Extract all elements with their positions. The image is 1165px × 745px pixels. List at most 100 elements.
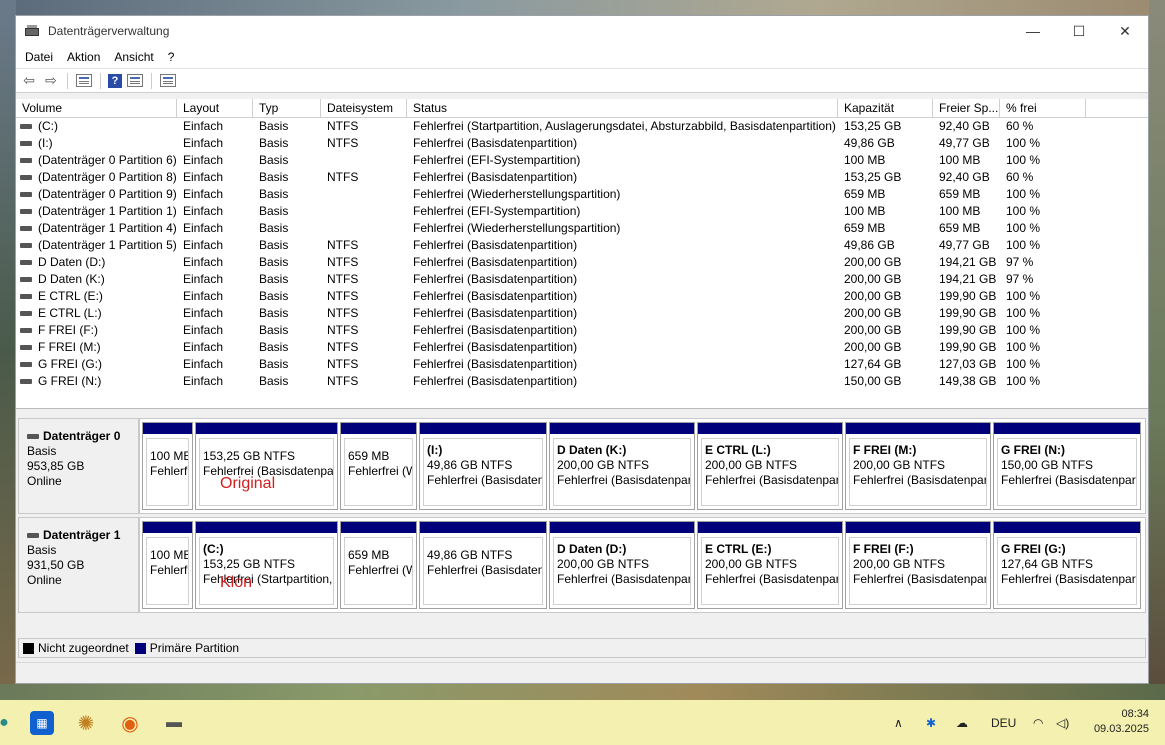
- partition-block[interactable]: E CTRL (L:) 200,00 GB NTFS Fehlerfrei (Bas…: [697, 422, 843, 510]
- table-row[interactable]: (C:) Einfach Basis NTFS Fehlerfrei (Startpar…: [16, 118, 1148, 135]
- table-row[interactable]: (Datenträger 0 Partition 6) Einfach Basis F…: [16, 152, 1148, 169]
- settings-icon[interactable]: ✺: [74, 711, 98, 735]
- cell-layout: Einfach: [183, 221, 224, 235]
- partition-details: F FREI (F:) 200,00 GB NTFS Fehlerfrei (Bas…: [849, 537, 987, 605]
- back-arrow-icon[interactable]: ⇦: [20, 72, 38, 89]
- col-header-volume[interactable]: Volume: [16, 99, 177, 117]
- partition-block[interactable]: F FREI (F:) 200,00 GB NTFS Fehlerfrei (Bas…: [845, 521, 991, 609]
- partition-block[interactable]: 49,86 GB NTFS Fehlerfrei (Basisdaten: [419, 521, 547, 609]
- partition-block[interactable]: 659 MB Fehlerfrei (W: [340, 521, 417, 609]
- firefox-icon[interactable]: ◉: [118, 711, 142, 735]
- maximize-button[interactable]: ☐: [1056, 16, 1102, 46]
- col-header-typ[interactable]: Typ: [253, 99, 321, 117]
- table-row[interactable]: (Datenträger 1 Partition 4) Einfach Basis F…: [16, 220, 1148, 237]
- partition-block[interactable]: D Daten (D:) 200,00 GB NTFS Fehlerfrei (Ba…: [549, 521, 695, 609]
- partition-block[interactable]: (C:) 153,25 GB NTFS Fehlerfrei (Startparti…: [195, 521, 338, 609]
- table-row[interactable]: D Daten (D:) Einfach Basis NTFS Fehlerfrei (…: [16, 254, 1148, 271]
- table-row[interactable]: G FREI (G:) Einfach Basis NTFS Fehlerfrei (B…: [16, 356, 1148, 373]
- forward-arrow-icon[interactable]: ⇨: [42, 72, 60, 89]
- partition-block[interactable]: G FREI (G:) 127,64 GB NTFS Fehlerfrei (Bas…: [993, 521, 1141, 609]
- partition-status: Fehlerfr: [150, 464, 189, 478]
- partition-color-bar: [341, 423, 416, 434]
- partition-block[interactable]: 100 MB Fehlerfr: [142, 422, 193, 510]
- disk-name: Datenträger 1: [27, 528, 138, 543]
- menu-bar: Datei Aktion Ansicht ?: [16, 46, 1148, 68]
- disk-name-text: Datenträger 1: [43, 528, 121, 542]
- toolbar: ⇦ ⇨ ?: [16, 68, 1148, 93]
- cell-layout: Einfach: [183, 255, 224, 269]
- widgets-icon[interactable]: ●: [0, 711, 16, 735]
- volume-name: G FREI (G:): [38, 357, 102, 371]
- disk-size: 953,85 GB: [27, 459, 85, 473]
- cell-kapazitaet: 200,00 GB: [844, 340, 902, 354]
- volume-icon[interactable]: ◁): [1056, 700, 1069, 745]
- onedrive-icon[interactable]: ☁: [956, 700, 968, 745]
- volume-name: F FREI (M:): [38, 340, 101, 354]
- col-header-freier-speicher[interactable]: Freier Sp...: [933, 99, 1000, 117]
- clock[interactable]: 08:34 09.03.2025: [1094, 707, 1149, 737]
- status-bar: [16, 662, 1148, 683]
- minimize-button[interactable]: —: [1010, 16, 1056, 46]
- close-button[interactable]: ✕: [1102, 16, 1148, 46]
- partition-details: F FREI (M:) 200,00 GB NTFS Fehlerfrei (Bas…: [849, 438, 987, 506]
- toolbar-separator: [100, 72, 101, 89]
- title-bar[interactable]: Datenträgerverwaltung — ☐ ✕: [16, 16, 1148, 46]
- store-icon[interactable]: ▦: [30, 711, 54, 735]
- window-title: Datenträgerverwaltung: [48, 24, 170, 38]
- table-row[interactable]: (I:) Einfach Basis NTFS Fehlerfrei (Basisdat…: [16, 135, 1148, 152]
- disk-icon: [27, 434, 39, 439]
- menu-aktion[interactable]: Aktion: [60, 50, 107, 64]
- disk-name-text: Datenträger 0: [43, 429, 121, 443]
- properties-icon[interactable]: [75, 73, 93, 89]
- col-header-kapazitaet[interactable]: Kapazität: [838, 99, 933, 117]
- partition-details: 153,25 GB NTFS Fehlerfrei (Basisdatenpar: [199, 438, 334, 506]
- cell-kapazitaet: 127,64 GB: [844, 357, 902, 371]
- partition-block[interactable]: E CTRL (E:) 200,00 GB NTFS Fehlerfrei (Bas…: [697, 521, 843, 609]
- menu-help[interactable]: ?: [161, 50, 182, 64]
- show-pane-icon[interactable]: [126, 73, 144, 89]
- cell-typ: Basis: [259, 255, 289, 269]
- partition-block[interactable]: (I:) 49,86 GB NTFS Fehlerfrei (Basisdaten: [419, 422, 547, 510]
- col-header-prozent-frei[interactable]: % frei: [1000, 99, 1086, 117]
- table-row[interactable]: (Datenträger 1 Partition 5) Einfach Basis N…: [16, 237, 1148, 254]
- partition-block[interactable]: 659 MB Fehlerfrei (W: [340, 422, 417, 510]
- table-row[interactable]: D Daten (K:) Einfach Basis NTFS Fehlerfrei (…: [16, 271, 1148, 288]
- menu-datei[interactable]: Datei: [18, 50, 60, 64]
- cell-prozent-frei: 100 %: [1006, 340, 1041, 354]
- partition-block[interactable]: F FREI (M:) 200,00 GB NTFS Fehlerfrei (Bas…: [845, 422, 991, 510]
- disk-label[interactable]: Datenträger 0 Basis 953,85 GB Online: [18, 418, 139, 514]
- checklist-icon[interactable]: [159, 73, 177, 89]
- language-indicator[interactable]: DEU: [991, 700, 1016, 745]
- disk-management-taskbar-icon[interactable]: ▬: [162, 711, 186, 735]
- volume-name: (Datenträger 1 Partition 1): [38, 204, 177, 218]
- wifi-icon[interactable]: ◠: [1033, 700, 1043, 745]
- table-row[interactable]: (Datenträger 0 Partition 8) Einfach Basis N…: [16, 169, 1148, 186]
- partition-block[interactable]: 153,25 GB NTFS Fehlerfrei (Basisdatenpar O…: [195, 422, 338, 510]
- bluetooth-icon[interactable]: ✱: [926, 700, 936, 745]
- disk-label[interactable]: Datenträger 1 Basis 931,50 GB Online: [18, 517, 139, 613]
- cell-dateisystem: [321, 186, 407, 203]
- help-icon[interactable]: ?: [108, 73, 122, 88]
- cell-dateisystem: NTFS: [327, 357, 359, 371]
- menu-ansicht[interactable]: Ansicht: [107, 50, 160, 64]
- partition-block[interactable]: G FREI (N:) 150,00 GB NTFS Fehlerfrei (Bas…: [993, 422, 1141, 510]
- table-row[interactable]: F FREI (F:) Einfach Basis NTFS Fehlerfrei (B…: [16, 322, 1148, 339]
- col-header-layout[interactable]: Layout: [177, 99, 253, 117]
- partition-block[interactable]: 100 MB Fehlerfr: [142, 521, 193, 609]
- table-row[interactable]: E CTRL (E:) Einfach Basis NTFS Fehlerfrei (B…: [16, 288, 1148, 305]
- col-header-status[interactable]: Status: [407, 99, 838, 117]
- partition-block[interactable]: D Daten (K:) 200,00 GB NTFS Fehlerfrei (Ba…: [549, 422, 695, 510]
- table-row[interactable]: E CTRL (L:) Einfach Basis NTFS Fehlerfrei (B…: [16, 305, 1148, 322]
- table-row[interactable]: (Datenträger 1 Partition 1) Einfach Basis F…: [16, 203, 1148, 220]
- col-header-dateisystem[interactable]: Dateisystem: [321, 99, 407, 117]
- cell-kapazitaet: 150,00 GB: [844, 374, 902, 388]
- tray-overflow-icon[interactable]: ∧: [894, 700, 903, 745]
- table-row[interactable]: (Datenträger 0 Partition 9) Einfach Basis F…: [16, 186, 1148, 203]
- cell-layout: Einfach: [183, 357, 224, 371]
- partition-color-bar: [196, 522, 337, 533]
- partition-color-bar: [698, 522, 842, 533]
- cell-volume: (Datenträger 0 Partition 8): [16, 169, 177, 186]
- table-row[interactable]: G FREI (N:) Einfach Basis NTFS Fehlerfrei (B…: [16, 373, 1148, 390]
- table-row[interactable]: F FREI (M:) Einfach Basis NTFS Fehlerfrei (B…: [16, 339, 1148, 356]
- partition-size: 659 MB: [348, 548, 390, 562]
